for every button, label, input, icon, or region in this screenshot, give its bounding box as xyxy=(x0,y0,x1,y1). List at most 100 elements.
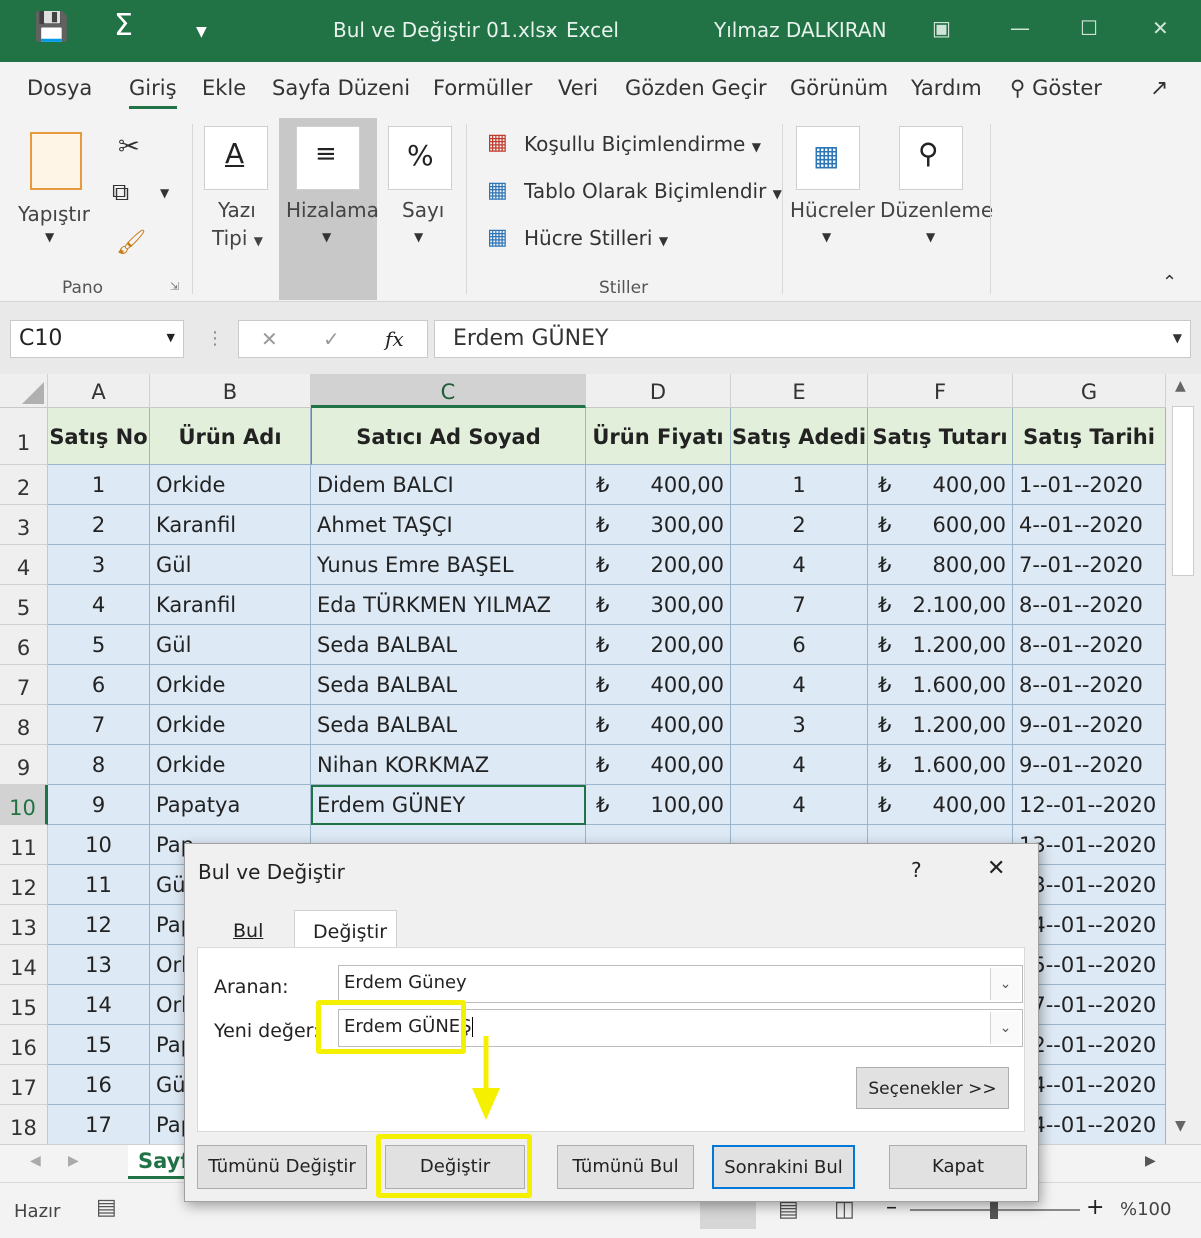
table-cell[interactable]: 7 xyxy=(731,585,868,625)
table-cell[interactable]: Didem BALCI xyxy=(311,465,586,505)
table-cell[interactable]: 1 xyxy=(731,465,868,505)
table-cell[interactable]: 4 xyxy=(48,585,150,625)
table-cell[interactable]: ₺ 400,00 xyxy=(586,705,731,745)
row-header[interactable]: 15 xyxy=(0,985,48,1025)
column-header-b[interactable]: B xyxy=(150,374,311,408)
chevron-down-icon[interactable]: ⌄ xyxy=(990,1012,1020,1044)
options-button[interactable]: Seçenekler >> xyxy=(856,1067,1009,1109)
table-cell[interactable]: ₺ 800,00 xyxy=(868,545,1013,585)
table-cell[interactable]: Papatya xyxy=(150,785,311,825)
enter-icon[interactable]: ✓ xyxy=(323,327,340,351)
tab-gorunum[interactable]: Görünüm xyxy=(790,76,888,100)
row-header[interactable]: 5 xyxy=(0,585,48,625)
header-cell[interactable]: Ürün Fiyatı xyxy=(586,408,731,465)
table-cell[interactable]: 7 xyxy=(48,705,150,745)
font-button[interactable]: Yazı xyxy=(218,198,256,222)
table-cell[interactable]: Orkide xyxy=(150,465,311,505)
user-name[interactable]: Yılmaz DALKIRAN xyxy=(714,18,887,42)
row-header[interactable]: 16 xyxy=(0,1025,48,1065)
customize-qat-icon[interactable]: ▼ xyxy=(196,24,207,40)
table-cell[interactable]: 8 xyxy=(48,745,150,785)
tab-replace[interactable]: Değiştir xyxy=(294,910,397,948)
table-cell[interactable]: ₺ 100,00 xyxy=(586,785,731,825)
scroll-down-icon[interactable]: ▼ xyxy=(1175,1118,1186,1134)
table-cell[interactable]: ₺ 400,00 xyxy=(868,785,1013,825)
sheet-next-icon[interactable]: ▶ xyxy=(68,1153,79,1169)
row-header[interactable]: 13 xyxy=(0,905,48,945)
table-cell[interactable]: 9 xyxy=(48,785,150,825)
row-header[interactable]: 7 xyxy=(0,665,48,705)
table-cell[interactable]: 2 xyxy=(48,505,150,545)
tab-ekle[interactable]: Ekle xyxy=(202,76,246,100)
table-cell[interactable]: ₺ 400,00 xyxy=(586,465,731,505)
row-header[interactable]: 6 xyxy=(0,625,48,665)
table-cell[interactable]: 1 xyxy=(48,465,150,505)
row-header[interactable]: 17 xyxy=(0,1065,48,1105)
table-cell[interactable]: Eda TÜRKMEN YILMAZ xyxy=(311,585,586,625)
column-header-c[interactable]: C xyxy=(311,374,586,408)
chevron-down-icon[interactable]: ▼ xyxy=(167,331,175,344)
cancel-icon[interactable]: ✕ xyxy=(261,327,278,351)
close-icon[interactable]: ✕ xyxy=(1152,16,1169,40)
table-cell[interactable]: 12 xyxy=(48,905,150,945)
table-cell[interactable]: 8--01--2020 xyxy=(1013,585,1166,625)
table-cell[interactable]: 15 xyxy=(48,1025,150,1065)
tab-veri[interactable]: Veri xyxy=(558,76,598,100)
share-icon[interactable]: ↗ xyxy=(1150,76,1168,101)
table-cell[interactable]: 7--01--2020 xyxy=(1013,545,1166,585)
alignment-button[interactable]: Hizalama xyxy=(286,198,379,222)
table-cell[interactable]: 11 xyxy=(48,865,150,905)
zoom-level[interactable]: %100 xyxy=(1120,1199,1171,1220)
row-header[interactable]: 8 xyxy=(0,705,48,745)
header-cell[interactable]: Satış Tarihi xyxy=(1013,408,1166,465)
table-cell[interactable]: 8--01--2020 xyxy=(1013,665,1166,705)
hscroll-right-icon[interactable]: ▶ xyxy=(1145,1153,1156,1169)
column-header-g[interactable]: G xyxy=(1013,374,1166,408)
table-cell[interactable]: 12--01--2020 xyxy=(1013,785,1166,825)
tab-formuller[interactable]: Formüller xyxy=(433,76,532,100)
table-cell[interactable]: ₺ 1.200,00 xyxy=(868,625,1013,665)
name-box[interactable]: C10 ▼ xyxy=(10,320,184,358)
conditional-formatting-button[interactable]: Koşullu Biçimlendirme ▼ xyxy=(524,132,761,156)
table-cell[interactable]: ₺ 600,00 xyxy=(868,505,1013,545)
editing-button[interactable]: Düzenleme xyxy=(880,198,993,222)
table-cell[interactable]: 4 xyxy=(731,545,868,585)
macro-record-icon[interactable]: ▤ xyxy=(96,1195,117,1220)
table-cell[interactable]: ₺ 300,00 xyxy=(586,585,731,625)
copy-dropdown-icon[interactable]: ▼ xyxy=(160,186,169,200)
expand-formula-icon[interactable]: ▼ xyxy=(1173,331,1182,345)
table-cell[interactable]: 9--01--2020 xyxy=(1013,745,1166,785)
paste-dropdown-icon[interactable]: ▼ xyxy=(45,230,54,244)
active-cell[interactable]: Erdem GÜNEY xyxy=(311,785,586,825)
table-cell[interactable]: 2 xyxy=(731,505,868,545)
table-cell[interactable]: 4--01--2020 xyxy=(1013,505,1166,545)
column-header-e[interactable]: E xyxy=(731,374,868,408)
table-cell[interactable]: ₺ 400,00 xyxy=(586,665,731,705)
row-header[interactable]: 12 xyxy=(0,865,48,905)
tab-gozden-gecir[interactable]: Gözden Geçir xyxy=(625,76,767,100)
editing-dropdown-icon[interactable]: ▼ xyxy=(926,230,935,244)
cell-styles-button[interactable]: Hücre Stilleri ▼ xyxy=(524,226,668,250)
table-cell[interactable]: 3 xyxy=(48,545,150,585)
number-dropdown-icon[interactable]: ▼ xyxy=(414,230,423,244)
chevron-down-icon[interactable]: ⌄ xyxy=(990,968,1020,1000)
tab-sayfa-duzeni[interactable]: Sayfa Düzeni xyxy=(272,76,410,100)
table-cell[interactable]: ₺ 400,00 xyxy=(868,465,1013,505)
column-header-d[interactable]: D xyxy=(586,374,731,408)
maximize-icon[interactable]: ☐ xyxy=(1080,16,1098,40)
table-cell[interactable]: 8--01--2020 xyxy=(1013,625,1166,665)
row-header[interactable]: 10 xyxy=(0,785,48,825)
insert-function-icon[interactable]: fx xyxy=(385,327,404,351)
table-cell[interactable]: Seda BALBAL xyxy=(311,705,586,745)
table-cell[interactable]: Gül xyxy=(150,545,311,585)
help-button[interactable]: ? xyxy=(911,858,922,882)
tab-yardim[interactable]: Yardım xyxy=(911,76,982,100)
table-cell[interactable]: ₺ 1.200,00 xyxy=(868,705,1013,745)
vertical-scrollbar[interactable]: ▲ ▼ xyxy=(1166,374,1201,1144)
number-button[interactable]: Sayı xyxy=(402,198,444,222)
header-cell[interactable]: Satış Tutarı xyxy=(868,408,1013,465)
format-painter-icon[interactable]: 🖌 xyxy=(116,228,146,256)
table-cell[interactable]: 17 xyxy=(48,1105,150,1145)
table-cell[interactable]: 4 xyxy=(731,785,868,825)
dialog-close-icon[interactable]: ✕ xyxy=(987,856,1005,881)
